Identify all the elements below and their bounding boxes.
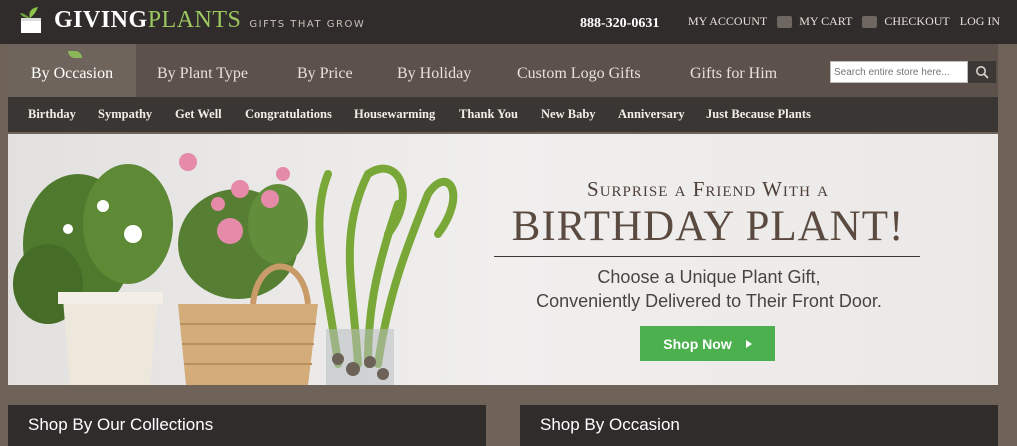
nav-by-holiday[interactable]: By Holiday	[397, 44, 471, 97]
hero-headline: BIRTHDAY PLANT!	[511, 203, 905, 250]
account-links: MY ACCOUNT MY CART CHECKOUT LOG IN	[688, 14, 1000, 29]
nav-by-plant-type[interactable]: By Plant Type	[157, 44, 248, 97]
log-in-link[interactable]: LOG IN	[960, 14, 1000, 29]
section-header-occasion: Shop By Occasion	[520, 405, 998, 446]
nav-custom-logo-gifts[interactable]: Custom Logo Gifts	[517, 44, 641, 97]
top-bar: GIVINGPLANTS GIFTS THAT GROW 888-320-063…	[0, 0, 1017, 44]
credit-card-icon	[862, 15, 878, 28]
subnav-new-baby[interactable]: New Baby	[541, 97, 596, 132]
leaf-icon	[68, 51, 82, 58]
phone-number[interactable]: 888-320-0631	[580, 16, 659, 32]
subnav-just-because-plants[interactable]: Just Because Plants	[706, 97, 811, 132]
brand-logo[interactable]: GIVINGPLANTS GIFTS THAT GROW	[18, 5, 365, 35]
hero-subtext-line-2: Conveniently Delivered to Their Front Do…	[536, 291, 882, 311]
section-header-collections: Shop By Our Collections	[8, 405, 486, 446]
subnav-anniversary[interactable]: Anniversary	[618, 97, 685, 132]
brand-tagline: GIFTS THAT GROW	[249, 18, 366, 30]
plant-box-logo-icon	[20, 7, 41, 33]
search-input[interactable]	[830, 61, 968, 83]
hero-banner[interactable]: Surprise a Friend With a BIRTHDAY PLANT!…	[8, 134, 998, 385]
hero-headline-small: Surprise a Friend With a	[587, 177, 829, 201]
hero-subtext-line-1: Choose a Unique Plant Gift,	[597, 267, 821, 287]
search-icon	[976, 66, 989, 79]
main-navigation: By Occasion By Plant Type By Price By Ho…	[8, 44, 998, 97]
search-bar	[830, 61, 996, 83]
subnav-housewarming[interactable]: Housewarming	[354, 97, 435, 132]
nav-by-occasion[interactable]: By Occasion	[8, 44, 136, 97]
hero-divider	[494, 256, 920, 257]
my-account-link[interactable]: MY ACCOUNT	[688, 14, 767, 29]
shop-now-button[interactable]: Shop Now	[640, 326, 775, 361]
plant-gifts-image	[13, 153, 458, 385]
search-button[interactable]	[968, 61, 996, 83]
hero-subtext: Choose a Unique Plant Gift, Conveniently…	[494, 265, 924, 313]
subnav-get-well[interactable]: Get Well	[175, 97, 222, 132]
my-cart-link[interactable]: MY CART	[777, 14, 852, 29]
brand-name: GIVINGPLANTS	[54, 6, 242, 33]
nav-by-price[interactable]: By Price	[297, 44, 353, 97]
subnav-congratulations[interactable]: Congratulations	[245, 97, 332, 132]
arrow-right-icon	[745, 339, 752, 348]
occasion-sub-navigation: Birthday Sympathy Get Well Congratulatio…	[8, 97, 998, 132]
subnav-sympathy[interactable]: Sympathy	[98, 97, 152, 132]
subnav-birthday[interactable]: Birthday	[28, 97, 76, 132]
checkout-link[interactable]: CHECKOUT	[862, 14, 950, 29]
nav-gifts-for-him[interactable]: Gifts for Him	[690, 44, 777, 97]
cart-icon	[777, 15, 793, 28]
subnav-thank-you[interactable]: Thank You	[459, 97, 518, 132]
